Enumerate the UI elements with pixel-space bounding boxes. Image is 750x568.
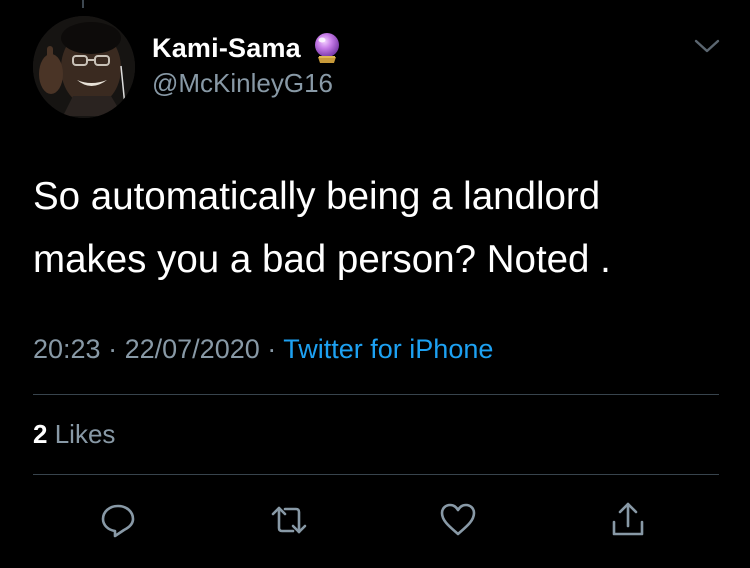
avatar-image: [33, 16, 135, 118]
tweet-time[interactable]: 20:23: [33, 334, 101, 364]
retweet-button[interactable]: [269, 500, 309, 540]
meta-separator: ·: [267, 334, 277, 364]
likes-label: Likes: [54, 419, 116, 449]
like-button[interactable]: [438, 500, 478, 540]
share-icon: [612, 502, 644, 536]
reply-button[interactable]: [98, 500, 138, 540]
retweet-icon: [271, 506, 307, 534]
divider: [33, 394, 719, 395]
meta-separator: ·: [108, 334, 118, 364]
reply-icon: [101, 504, 135, 538]
share-button[interactable]: [608, 500, 648, 540]
like-icon: [440, 503, 476, 536]
crystal-ball-icon: [314, 33, 339, 63]
divider: [33, 474, 719, 475]
tweet-date[interactable]: 22/07/2020: [125, 334, 260, 364]
tweet-source-link[interactable]: Twitter for iPhone: [283, 334, 493, 364]
display-name[interactable]: Kami-Sama: [152, 33, 301, 64]
tweet-metadata: 20:23 · 22/07/2020 · Twitter for iPhone: [33, 334, 493, 365]
thread-connector-line: [82, 0, 84, 8]
tweet-text: So automatically being a landlord makes …: [33, 175, 611, 281]
likes-stat[interactable]: 2 Likes: [33, 419, 115, 450]
chevron-down-icon[interactable]: [693, 36, 721, 56]
user-handle[interactable]: @McKinleyG16: [152, 68, 343, 99]
avatar[interactable]: [33, 16, 135, 118]
likes-count: 2: [33, 419, 48, 449]
